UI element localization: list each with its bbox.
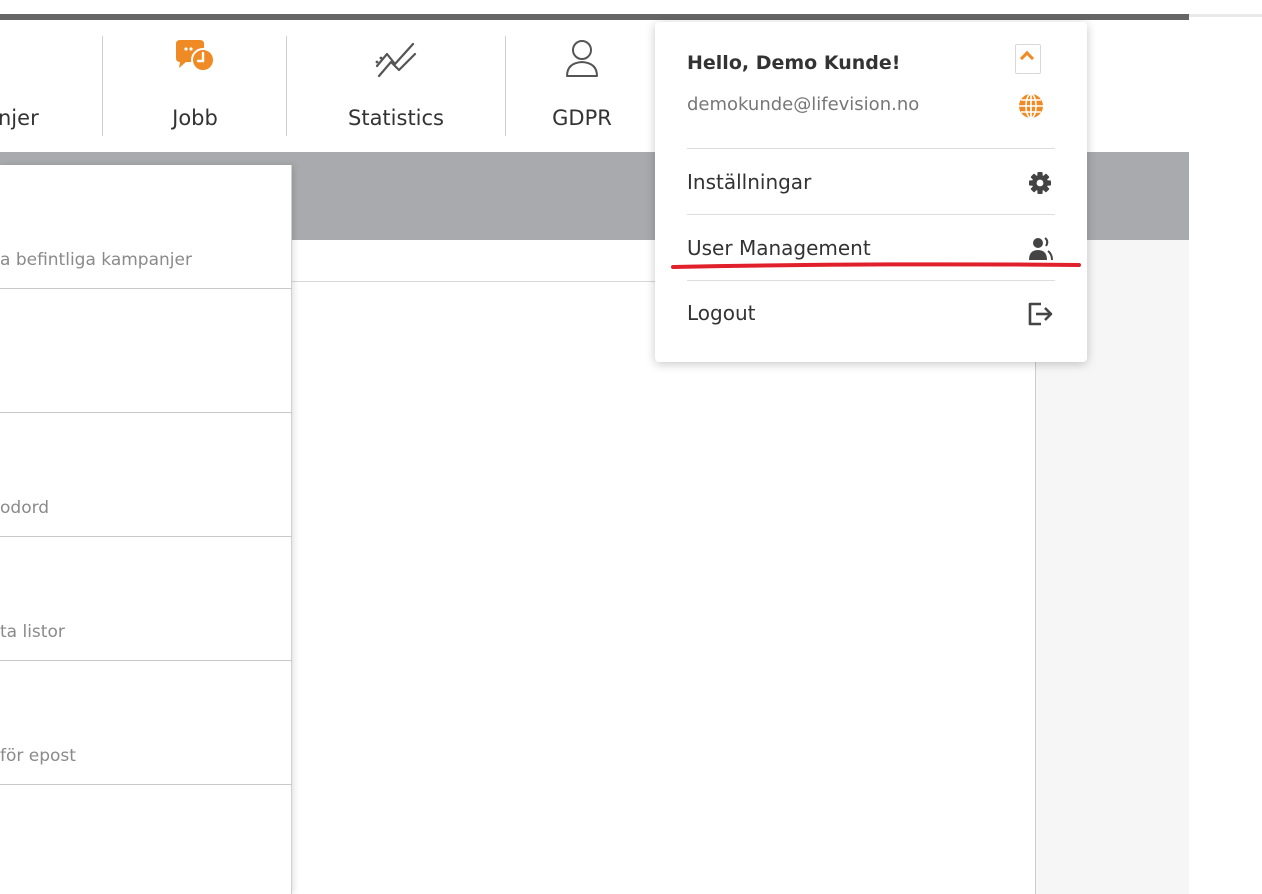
nav-separator <box>102 36 103 136</box>
logout-icon <box>1028 302 1053 326</box>
menu-item-user-management[interactable]: User Management <box>687 232 1055 266</box>
menu-item-description: odord <box>0 498 50 518</box>
nav-label-campaigns: njer <box>0 106 39 130</box>
user-outline-icon <box>566 40 598 77</box>
menu-item-description: a befintliga kampanjer <box>0 250 192 270</box>
nav-label-statistics: Statistics <box>348 106 444 130</box>
jobb-menu-item[interactable]: a befintliga kampanjer <box>0 165 292 289</box>
menu-item-description: för epost <box>0 746 76 766</box>
annotation-underline <box>671 262 1081 269</box>
jobb-menu-item[interactable]: ta listor <box>0 537 292 661</box>
jobb-menu-item[interactable]: odord <box>0 413 292 537</box>
nav-item-statistics[interactable]: Statistics <box>288 20 504 152</box>
menu-item-label: Logout <box>687 301 756 325</box>
menu-item-settings[interactable]: Inställningar <box>687 166 1055 200</box>
nav-item-jobb[interactable]: Jobb <box>104 20 286 152</box>
menu-divider <box>687 148 1055 149</box>
user-email: demokunde@lifevision.no <box>687 94 920 115</box>
menu-divider <box>687 214 1055 215</box>
users-icon <box>1029 237 1053 261</box>
nav-label-gdpr: GDPR <box>552 106 612 130</box>
gear-icon <box>1029 172 1051 194</box>
trend-chart-icon <box>375 42 417 78</box>
jobb-menu-item[interactable] <box>0 289 292 413</box>
nav-label-jobb: Jobb <box>172 106 218 130</box>
chevron-up-icon <box>1019 50 1035 66</box>
user-dropdown-menu: Hello, Demo Kunde! demokunde@lifevision.… <box>655 22 1087 362</box>
nav-item-campaigns[interactable]: njer <box>0 20 100 152</box>
top-border-right <box>1189 14 1262 17</box>
dropdown-caret <box>184 138 212 152</box>
menu-item-label: User Management <box>687 236 871 260</box>
globe-icon[interactable] <box>1017 92 1045 120</box>
nav-separator <box>505 36 506 136</box>
collapse-button[interactable] <box>1015 44 1041 74</box>
chat-clock-icon <box>176 40 215 72</box>
app-screen: { "nav": { "items": [ {"label": "njer", … <box>0 0 1262 894</box>
user-greeting: Hello, Demo Kunde! <box>687 52 901 74</box>
menu-item-description: ta listor <box>0 622 65 642</box>
jobb-menu-item[interactable]: för epost <box>0 661 292 785</box>
jobb-dropdown-menu: a befintliga kampanjer odord ta listor f… <box>0 165 292 894</box>
menu-divider <box>687 280 1055 281</box>
nav-separator <box>286 36 287 136</box>
menu-item-logout[interactable]: Logout <box>687 297 1055 331</box>
jobb-menu-item[interactable] <box>0 785 292 894</box>
menu-item-label: Inställningar <box>687 170 812 194</box>
nav-item-gdpr[interactable]: GDPR <box>507 20 657 152</box>
